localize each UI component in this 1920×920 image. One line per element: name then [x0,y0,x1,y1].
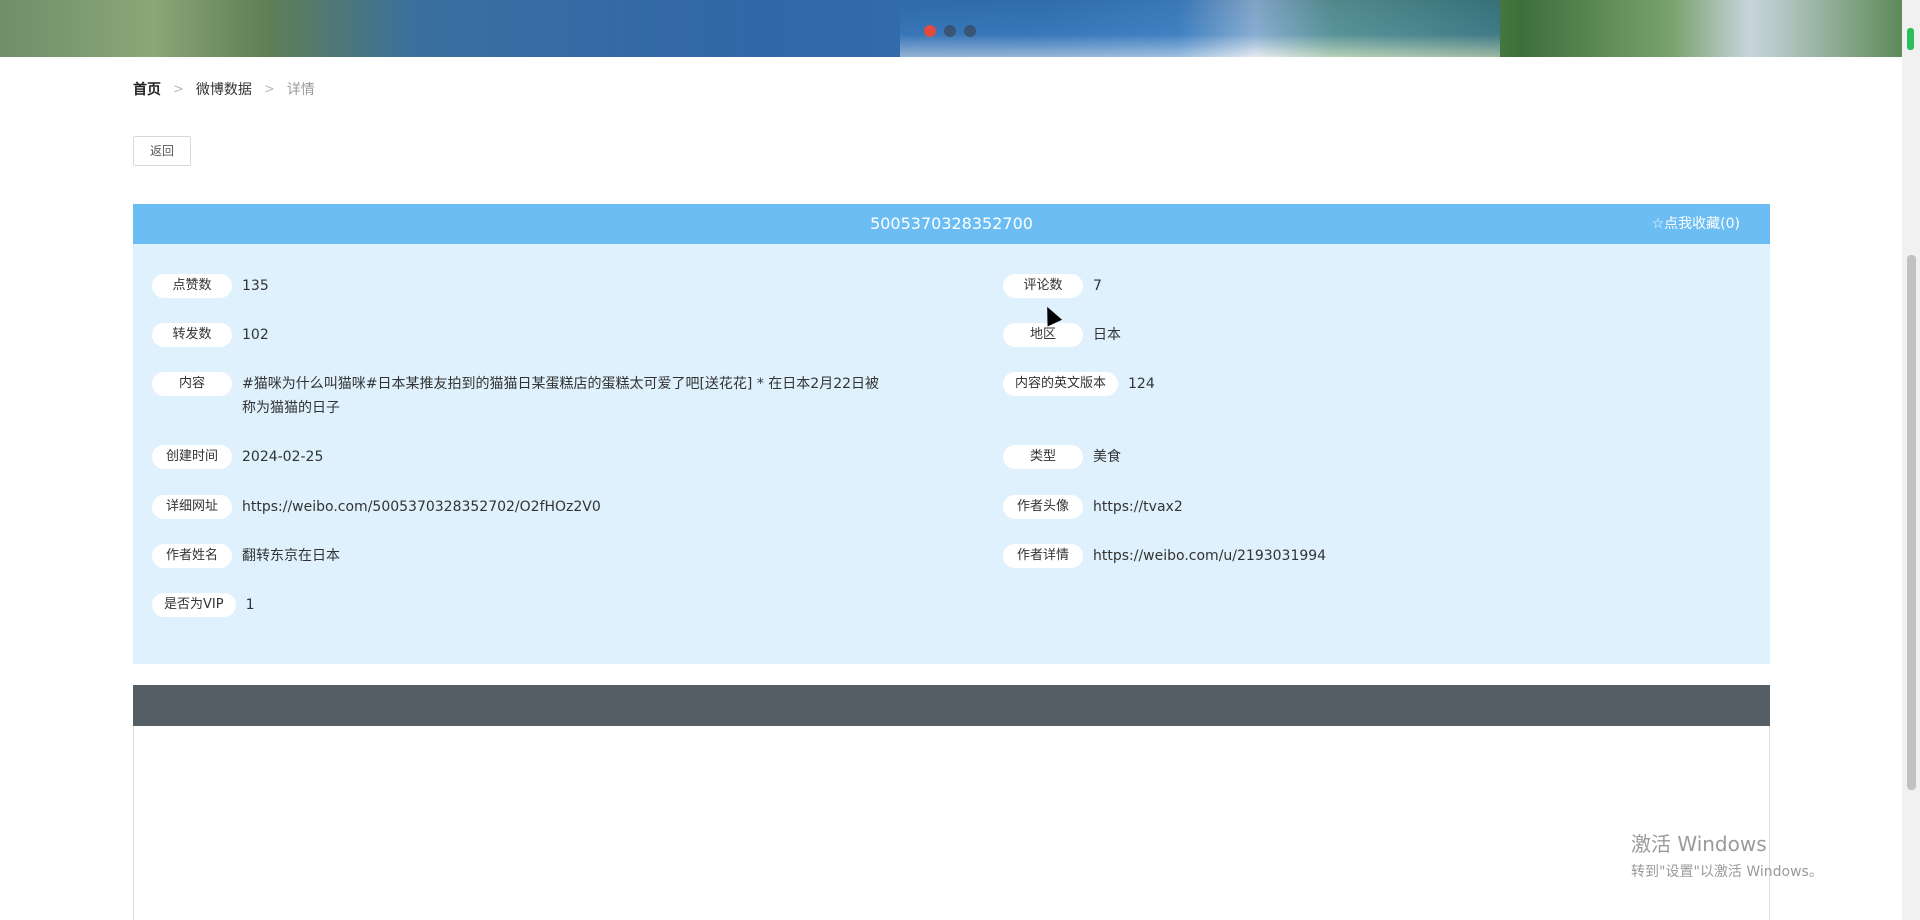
detail-header: 5005370328352700 ☆点我收藏(0) [133,204,1770,244]
field-value: #猫咪为什么叫猫咪#日本某推友拍到的猫猫日某蛋糕店的蛋糕太可爱了吧[送花花] *… [242,376,880,416]
field-label: 作者头像 [1003,495,1083,519]
field-comments: 评论数 7 [1003,274,1102,298]
carousel-dot-1[interactable] [924,25,936,37]
field-content: 内容 #猫咪为什么叫猫咪#日本某推友拍到的猫猫日某蛋糕店的蛋糕太可爱了吧[送花花… [152,372,892,420]
field-value: 7 [1093,278,1102,294]
field-value: https://tvax2 [1093,499,1183,515]
field-label: 作者姓名 [152,544,232,568]
field-label: 内容 [152,372,232,396]
carousel-dots [924,25,976,37]
field-label: 地区 [1003,323,1083,347]
page-scrollbar[interactable] [1902,0,1920,920]
field-content-english: 内容的英文版本 124 [1003,372,1155,396]
field-label: 创建时间 [152,445,232,469]
field-value: 日本 [1093,327,1121,343]
field-label: 评论数 [1003,274,1083,298]
field-label: 详细网址 [152,495,232,519]
field-is-vip: 是否为VIP 1 [152,593,255,617]
breadcrumb-separator: > [173,81,184,97]
carousel-dot-3[interactable] [964,25,976,37]
watermark-line1: 激活 Windows [1631,832,1767,856]
field-value: https://weibo.com/u/2193031994 [1093,548,1327,564]
detail-body: 点赞数 135 转发数 102 内容 #猫咪为什么叫猫咪#日本某推友拍到的猫猫日… [133,244,1770,664]
windows-activation-watermark: 激活 Windows 转到"设置"以激活 Windows。 [1631,828,1823,881]
field-author-detail: 作者详情 https://weibo.com/u/2193031994 [1003,544,1326,568]
field-likes: 点赞数 135 [152,274,269,298]
field-value: https://weibo.com/5005370328352702/O2fHO… [242,499,601,515]
comments-area [133,726,1770,920]
breadcrumb-weibo-data[interactable]: 微博数据 [196,79,252,99]
field-reposts: 转发数 102 [152,323,269,347]
field-value: 124 [1128,376,1155,392]
field-label: 是否为VIP [152,593,236,617]
scroll-indicator [1907,28,1914,50]
field-type: 类型 美食 [1003,445,1121,469]
detail-id-title: 5005370328352700 [870,214,1033,233]
field-value: 1 [245,597,255,613]
field-detail-url: 详细网址 https://weibo.com/5005370328352702/… [152,495,601,519]
field-value: 2024-02-25 [242,449,324,465]
comments-header-bar [133,685,1770,726]
breadcrumb-home[interactable]: 首页 [133,79,161,99]
field-label: 点赞数 [152,274,232,298]
field-region: 地区 日本 [1003,323,1121,347]
breadcrumb-current: 详情 [286,82,315,98]
banner-image [900,0,1500,57]
field-created-time: 创建时间 2024-02-25 [152,445,323,469]
field-value: 翻转东京在日本 [242,548,340,564]
breadcrumb-separator: > [263,81,275,97]
field-label: 转发数 [152,323,232,347]
field-author-name: 作者姓名 翻转东京在日本 [152,544,340,568]
field-value: 135 [242,278,269,294]
field-label: 类型 [1003,445,1083,469]
field-value: 102 [242,327,269,343]
breadcrumb: 首页 > 微博数据 > 详情 [133,79,315,99]
scrollbar-thumb[interactable] [1907,255,1916,790]
field-label: 内容的英文版本 [1003,372,1119,396]
carousel-dot-2[interactable] [944,25,956,37]
field-value: 美食 [1093,449,1121,465]
top-banner-carousel [0,0,1902,57]
favorite-button[interactable]: ☆点我收藏(0) [1652,204,1740,244]
back-button[interactable]: 返回 [133,136,191,166]
watermark-line2: 转到"设置"以激活 Windows。 [1631,864,1823,880]
field-author-avatar: 作者头像 https://tvax2 [1003,495,1183,519]
field-label: 作者详情 [1003,544,1083,568]
